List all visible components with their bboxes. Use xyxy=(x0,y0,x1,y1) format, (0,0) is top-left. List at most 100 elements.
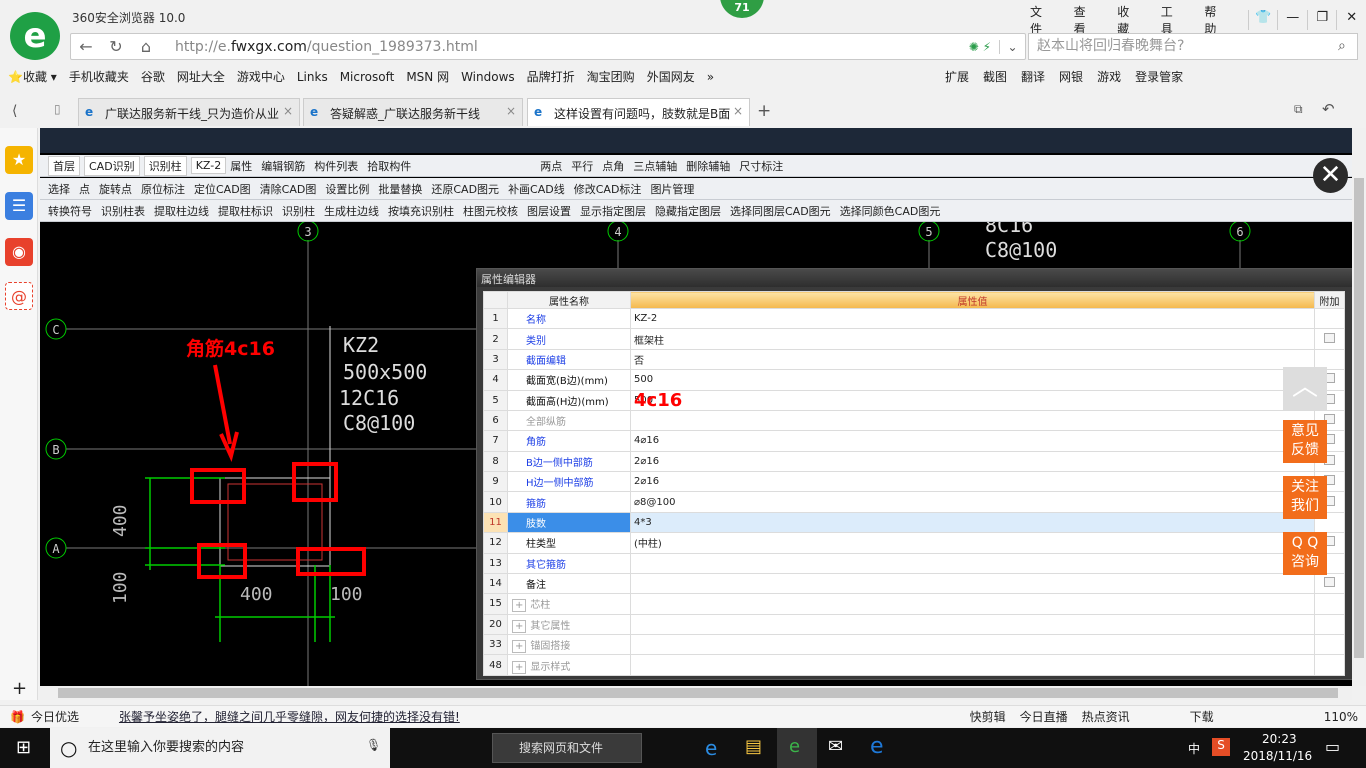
tool-identify-column[interactable]: 识别柱 xyxy=(282,203,315,219)
bookmark-google[interactable]: 谷歌 xyxy=(141,68,165,85)
property-row[interactable]: 3 截面编辑 否 xyxy=(483,348,1345,371)
mobile-icon[interactable]: ▯ xyxy=(54,102,61,116)
bookmark-windows[interactable]: Windows xyxy=(461,70,515,84)
tool-column-check[interactable]: 柱图元校核 xyxy=(463,203,518,219)
tool-rotate-point[interactable]: 旋转点 xyxy=(99,181,132,197)
quick-clip[interactable]: 快剪辑 xyxy=(970,708,1006,725)
tool-generate-column-edge[interactable]: 生成柱边线 xyxy=(324,203,379,219)
tool-properties[interactable]: 属性 xyxy=(230,158,252,174)
clock-time[interactable]: 20:23 xyxy=(1262,732,1297,746)
tool-edit-rebar[interactable]: 编辑钢筋 xyxy=(261,158,305,174)
menu-view[interactable]: 查看 xyxy=(1074,3,1098,37)
live-today[interactable]: 今日直播 xyxy=(1020,708,1068,725)
close-tab-icon[interactable]: × xyxy=(283,104,293,118)
tool-fill-identify[interactable]: 按填充识别柱 xyxy=(388,203,454,219)
property-value[interactable]: 2⌀16 xyxy=(630,450,1315,473)
mail-icon[interactable]: @ xyxy=(5,282,33,310)
360-browser-taskbar[interactable]: e xyxy=(777,728,817,768)
property-row[interactable]: 14 备注 xyxy=(483,572,1345,595)
follow-us-button[interactable]: 关注 我们 xyxy=(1283,476,1327,519)
property-value[interactable] xyxy=(630,552,1315,574)
property-value[interactable]: 否 xyxy=(630,348,1315,371)
tool-image-manage[interactable]: 图片管理 xyxy=(650,181,694,197)
bookmark-sites[interactable]: 网址大全 xyxy=(177,68,225,85)
notification-icon[interactable]: ▭ xyxy=(1325,737,1340,756)
lightning-icon[interactable]: ✺ ⚡ xyxy=(969,40,991,54)
property-row[interactable]: 9 H边一侧中部筋 2⌀16 xyxy=(483,470,1345,493)
extra-checkbox[interactable] xyxy=(1324,577,1335,588)
close-tab-icon[interactable]: × xyxy=(506,104,516,118)
ie-taskbar-icon[interactable]: e xyxy=(705,736,717,760)
bookmark-links[interactable]: Links xyxy=(297,70,328,84)
skin-icon[interactable]: 👕 xyxy=(1247,10,1278,30)
sogou-icon[interactable]: S xyxy=(1212,738,1230,756)
clock-date[interactable]: 2018/11/16 xyxy=(1243,749,1312,763)
property-value[interactable] xyxy=(630,613,1315,636)
tool-extract-column-edge[interactable]: 提取柱边线 xyxy=(154,203,209,219)
web-search-box[interactable]: 搜索网页和文件 xyxy=(492,733,642,763)
tool-batch-replace[interactable]: 批量替换 xyxy=(378,181,422,197)
expand-icon[interactable]: + xyxy=(512,599,527,613)
expand-icon[interactable]: + xyxy=(512,640,527,654)
more-bookmarks-icon[interactable]: » xyxy=(707,70,714,84)
tool-set-scale[interactable]: 设置比例 xyxy=(325,181,369,197)
tool-locate-cad[interactable]: 定位CAD图 xyxy=(194,181,251,197)
news-link[interactable]: 张馨予坐姿绝了，腿缝之间几乎零缝隙，网友何捷的选择没有错! xyxy=(119,708,460,725)
property-value[interactable]: 框架柱 xyxy=(630,328,1315,350)
qq-consult-button[interactable]: Q Q 咨询 xyxy=(1283,532,1327,575)
tool-convert-symbol[interactable]: 转换符号 xyxy=(48,203,92,219)
edge-icon[interactable]: e xyxy=(870,734,884,759)
close-overlay-button[interactable]: ✕ xyxy=(1313,158,1348,193)
tool-restore-cad[interactable]: 还原CAD图元 xyxy=(431,181,499,197)
tool-parallel[interactable]: 平行 xyxy=(571,158,593,174)
star-icon[interactable]: ★ xyxy=(5,146,33,174)
ext-login[interactable]: 登录管家 xyxy=(1135,68,1183,85)
property-value[interactable]: 4*3 xyxy=(630,511,1315,534)
hscroll-thumb[interactable] xyxy=(58,688,1338,698)
tool-identify-column-table[interactable]: 识别柱表 xyxy=(101,203,145,219)
new-tab-icon[interactable]: + xyxy=(757,101,771,121)
menu-favorites[interactable]: 收藏 xyxy=(1117,3,1141,37)
property-name[interactable]: 名称 xyxy=(507,307,631,330)
property-name[interactable]: + 锚固搭接 xyxy=(507,633,631,656)
refresh-icon[interactable]: ↻ xyxy=(101,37,131,56)
ext-extensions[interactable]: 扩展 xyxy=(945,68,969,85)
property-value[interactable]: (中柱) xyxy=(630,532,1315,554)
address-bar[interactable]: ← ↻ ⌂ http://e.fwxgx.com/question_198937… xyxy=(70,33,1026,60)
tool-select-same-color[interactable]: 选择同颜色CAD图元 xyxy=(840,203,941,219)
property-name[interactable]: 柱类型 xyxy=(507,532,631,554)
url-text[interactable]: http://e.fwxgx.com/question_1989373.html xyxy=(175,39,478,55)
collapse-sidebar-icon[interactable]: ⟨ xyxy=(12,103,17,119)
mail-taskbar-icon[interactable]: ✉ xyxy=(828,736,843,757)
property-row[interactable]: 2 类别 框架柱 xyxy=(483,328,1345,350)
component-select[interactable]: KZ-2 xyxy=(190,157,227,174)
property-value[interactable]: KZ-2 xyxy=(630,307,1315,330)
close-window-button[interactable]: ✕ xyxy=(1336,10,1366,30)
menu-help[interactable]: 帮助 xyxy=(1204,3,1228,37)
expand-icon[interactable]: + xyxy=(512,660,527,674)
ext-screenshot[interactable]: 截图 xyxy=(983,68,1007,85)
tool-component-list[interactable]: 构件列表 xyxy=(314,158,358,174)
property-name[interactable]: 其它箍筋 xyxy=(507,552,631,574)
property-row[interactable]: 7 角筋 4⌀16 xyxy=(483,430,1345,452)
property-row[interactable]: 6 全部纵筋 xyxy=(483,409,1345,432)
weibo-icon[interactable]: ◉ xyxy=(5,238,33,266)
property-value[interactable] xyxy=(630,409,1315,432)
close-tab-icon[interactable]: × xyxy=(733,104,743,118)
menu-file[interactable]: 文件 xyxy=(1030,3,1054,37)
tool-select-same-layer[interactable]: 选择同图层CAD图元 xyxy=(730,203,831,219)
search-icon[interactable]: ⌕ xyxy=(1338,38,1346,54)
bookmark-games[interactable]: 游戏中心 xyxy=(237,68,285,85)
property-row[interactable]: 11 肢数 4*3 xyxy=(483,511,1345,534)
property-name[interactable]: 截面宽(B边)(mm) xyxy=(507,369,631,391)
download[interactable]: 下载 xyxy=(1190,708,1214,725)
tool-hide-layer[interactable]: 隐藏指定图层 xyxy=(655,203,721,219)
property-name[interactable]: + 芯柱 xyxy=(507,593,631,615)
maximize-button[interactable]: ❐ xyxy=(1306,10,1337,30)
property-name[interactable]: 截面编辑 xyxy=(507,348,631,371)
horizontal-scrollbar[interactable] xyxy=(40,686,1352,700)
scroll-thumb[interactable] xyxy=(1354,178,1364,658)
back-to-top-button[interactable]: ︿ xyxy=(1283,367,1327,410)
bookmark-discount[interactable]: 品牌打折 xyxy=(527,68,575,85)
bookmark-foreign[interactable]: 外国网友 xyxy=(647,68,695,85)
